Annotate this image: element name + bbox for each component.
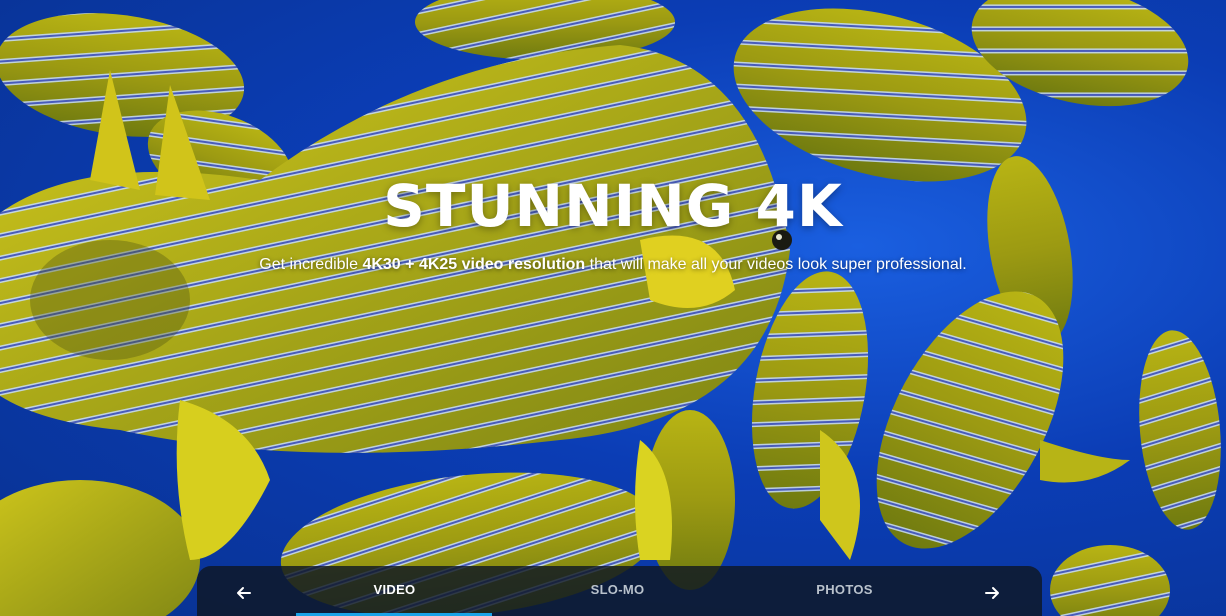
previous-tab-button[interactable] [229,580,259,606]
arrow-right-icon [985,587,999,599]
hero-section: STUNNING 4K Get incredible 4K30 + 4K25 v… [0,0,1226,616]
hero-headline: STUNNING 4K [383,172,843,240]
tab-photos[interactable]: PHOTOS [747,582,942,604]
hero-subtitle-prefix: Get incredible [259,256,363,273]
arrow-left-icon [237,587,251,599]
tab-video[interactable]: VIDEO [297,582,492,604]
media-tab-bar: VIDEO SLO-MO PHOTOS [197,566,1042,616]
hero-subtitle-highlight: 4K30 + 4K25 video resolution [362,256,586,273]
hero-subtitle-suffix: that will make all your videos look supe… [585,256,967,273]
hero-background-image [0,0,1221,616]
tab-slo-mo[interactable]: SLO-MO [520,582,715,604]
next-tab-button[interactable] [977,580,1007,606]
hero-subtitle: Get incredible 4K30 + 4K25 video resolut… [0,256,1226,274]
